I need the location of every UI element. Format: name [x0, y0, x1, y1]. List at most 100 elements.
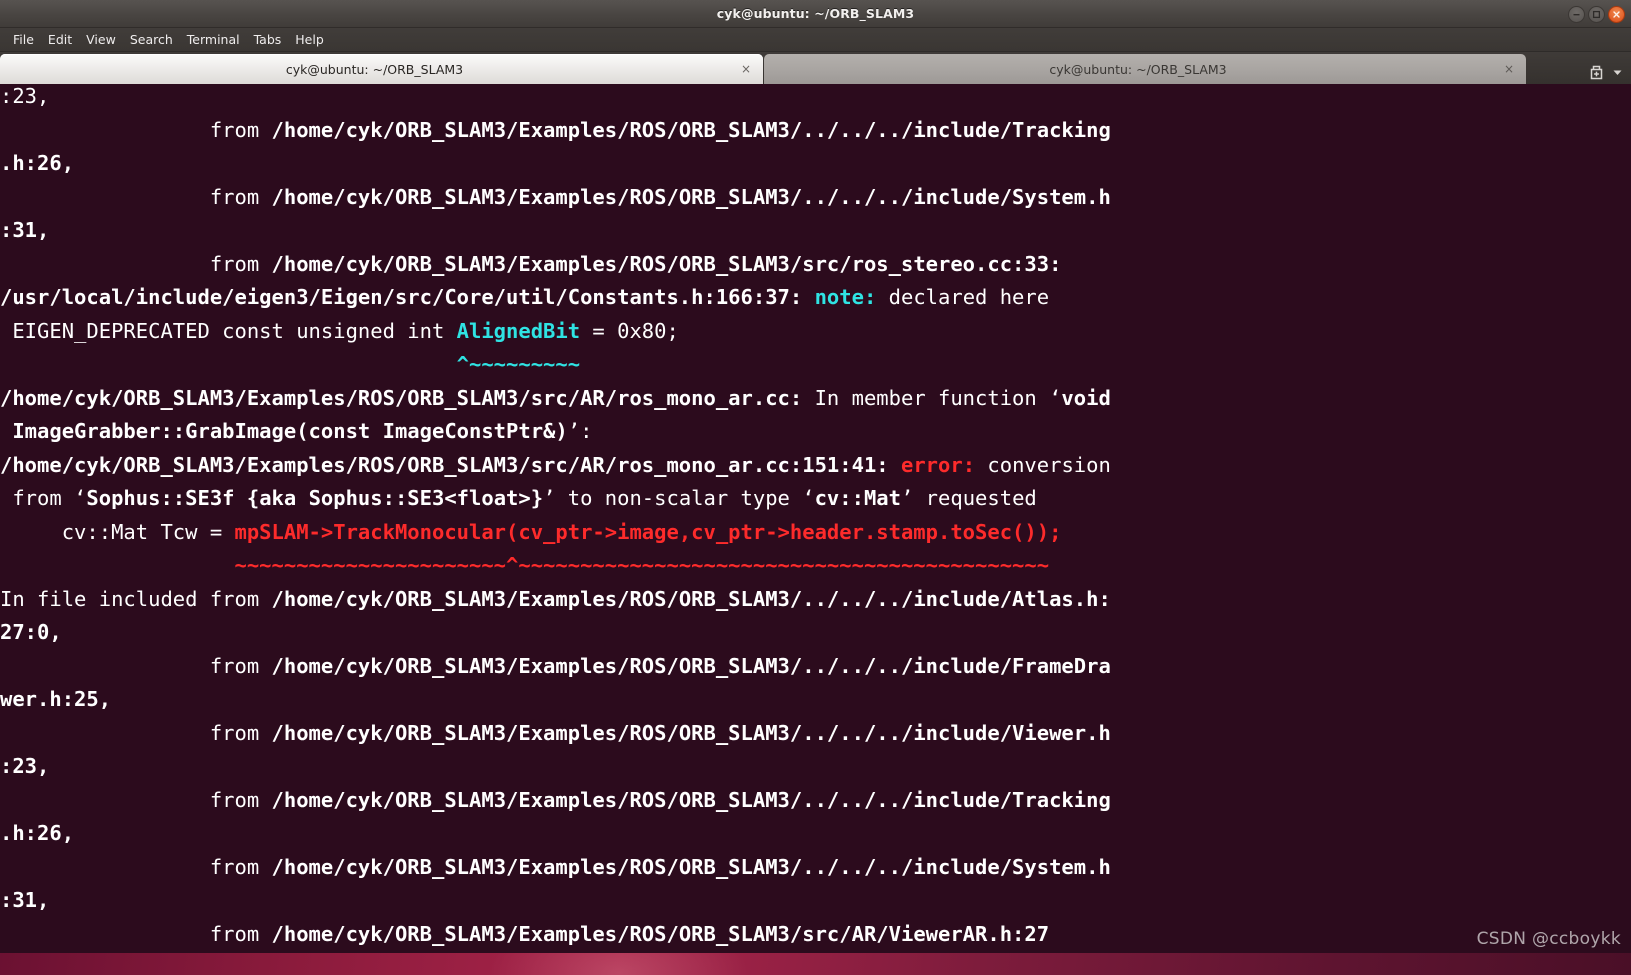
terminal-line: :31,	[0, 214, 1631, 248]
terminal-span: In member function ‘	[814, 385, 1062, 410]
terminal-output[interactable]: :23, from /home/cyk/ORB_SLAM3/Examples/R…	[0, 84, 1631, 975]
terminal-line: from /home/cyk/ORB_SLAM3/Examples/ROS/OR…	[0, 784, 1631, 818]
terminal-span: cv::Mat Tcw =	[0, 519, 235, 544]
terminal-line: .h:26,	[0, 147, 1631, 181]
tab-0[interactable]: cyk@ubuntu: ~/ORB_SLAM3 ×	[0, 54, 763, 84]
tabbar: cyk@ubuntu: ~/ORB_SLAM3 × cyk@ubuntu: ~/…	[0, 52, 1631, 84]
terminal-line: ^~~~~~~~~~	[0, 348, 1631, 382]
terminal-span: from	[0, 921, 272, 946]
terminal-span: ~~~~~~~~~~~~~~~~~~~~~~^~~~~~~~~~~~~~~~~~…	[234, 553, 1050, 577]
tab-label: cyk@ubuntu: ~/ORB_SLAM3	[1049, 61, 1227, 77]
menu-item-view[interactable]: View	[79, 30, 123, 49]
terminal-span	[0, 553, 235, 577]
menu-item-terminal[interactable]: Terminal	[180, 30, 247, 49]
terminal-span: /home/cyk/ORB_SLAM3/Examples/ROS/ORB_SLA…	[0, 452, 901, 477]
terminal-span: from	[0, 720, 272, 745]
tab-close-icon[interactable]: ×	[1502, 62, 1516, 76]
menu-item-tabs[interactable]: Tabs	[247, 30, 289, 49]
terminal-text: :23, from /home/cyk/ORB_SLAM3/Examples/R…	[0, 84, 1631, 951]
terminal-span: :23,	[0, 754, 50, 778]
terminal-span: :31,	[0, 218, 50, 242]
terminal-span: = 0x80;	[580, 318, 679, 343]
terminal-span: 27:0,	[0, 620, 62, 644]
menubar: File Edit View Search Terminal Tabs Help	[0, 28, 1631, 52]
tabbar-actions	[1583, 64, 1631, 84]
terminal-line: :23,	[0, 84, 1631, 114]
terminal-span: wer.h:25,	[0, 687, 112, 711]
terminal-line: ~~~~~~~~~~~~~~~~~~~~~~^~~~~~~~~~~~~~~~~~…	[0, 549, 1631, 583]
terminal-span: void	[1061, 385, 1111, 410]
terminal-line: from /home/cyk/ORB_SLAM3/Examples/ROS/OR…	[0, 650, 1631, 684]
terminal-line: .h:26,	[0, 817, 1631, 851]
terminal-span: from	[0, 251, 272, 276]
desktop-background-strip	[0, 953, 1631, 975]
terminal-span: .h:26,	[0, 821, 75, 845]
terminal-line: from ‘Sophus::SE3f {aka Sophus::SE3<floa…	[0, 482, 1631, 516]
menu-item-edit[interactable]: Edit	[41, 30, 79, 49]
terminal-span: /home/cyk/ORB_SLAM3/Examples/ROS/ORB_SLA…	[271, 586, 1111, 611]
terminal-span: .h:26,	[0, 151, 75, 175]
terminal-span: ^~~~~~~~~~	[456, 352, 581, 376]
terminal-span	[0, 352, 457, 376]
terminal-line: /home/cyk/ORB_SLAM3/Examples/ROS/ORB_SLA…	[0, 382, 1631, 416]
terminal-span: conversion	[975, 452, 1111, 477]
terminal-line: from /home/cyk/ORB_SLAM3/Examples/ROS/OR…	[0, 717, 1631, 751]
terminal-span: /home/cyk/ORB_SLAM3/Examples/ROS/ORB_SLA…	[271, 251, 1062, 276]
terminal-window: cyk@ubuntu: ~/ORB_SLAM3 File Edit View S…	[0, 0, 1631, 975]
terminal-span: /home/cyk/ORB_SLAM3/Examples/ROS/ORB_SLA…	[271, 787, 1111, 812]
terminal-span: ImageGrabber::GrabImage(const ImageConst…	[0, 419, 568, 443]
terminal-line: from /home/cyk/ORB_SLAM3/Examples/ROS/OR…	[0, 851, 1631, 885]
terminal-span: /home/cyk/ORB_SLAM3/Examples/ROS/ORB_SLA…	[271, 184, 1111, 209]
maximize-icon[interactable]	[1588, 5, 1605, 23]
menu-item-search[interactable]: Search	[123, 30, 180, 49]
new-tab-icon[interactable]	[1588, 64, 1605, 81]
terminal-span: /home/cyk/ORB_SLAM3/Examples/ROS/ORB_SLA…	[271, 653, 1111, 678]
terminal-line: :31,	[0, 884, 1631, 918]
terminal-span: cv::Mat	[814, 486, 901, 510]
menu-item-help[interactable]: Help	[288, 30, 331, 49]
terminal-span: /home/cyk/ORB_SLAM3/Examples/ROS/ORB_SLA…	[0, 385, 815, 410]
terminal-span: from	[0, 787, 272, 812]
minimize-icon[interactable]	[1568, 5, 1585, 23]
terminal-span: from	[0, 117, 272, 142]
terminal-span: ’ requested	[901, 486, 1037, 510]
chevron-down-icon[interactable]	[1611, 66, 1624, 79]
close-icon[interactable]	[1608, 5, 1625, 23]
menu-item-file[interactable]: File	[6, 30, 41, 49]
terminal-span: /home/cyk/ORB_SLAM3/Examples/ROS/ORB_SLA…	[271, 854, 1111, 879]
tab-label: cyk@ubuntu: ~/ORB_SLAM3	[285, 61, 464, 77]
terminal-line: from /home/cyk/ORB_SLAM3/Examples/ROS/OR…	[0, 248, 1631, 282]
terminal-span: declared here	[876, 285, 1050, 309]
terminal-span: EIGEN_DEPRECATED const unsigned int	[0, 318, 457, 343]
window-controls	[1568, 0, 1625, 28]
terminal-span: from	[0, 653, 272, 678]
terminal-line: In file included from /home/cyk/ORB_SLAM…	[0, 583, 1631, 617]
terminal-span: AlignedBit	[456, 318, 581, 343]
terminal-span: :31,	[0, 888, 50, 912]
terminal-span: from ‘	[0, 486, 87, 510]
terminal-span: from	[0, 184, 272, 209]
terminal-span: /home/cyk/ORB_SLAM3/Examples/ROS/ORB_SLA…	[271, 720, 1111, 745]
terminal-span: error:	[900, 452, 976, 477]
terminal-line: from /home/cyk/ORB_SLAM3/Examples/ROS/OR…	[0, 181, 1631, 215]
terminal-span: note:	[814, 285, 877, 309]
terminal-line: ImageGrabber::GrabImage(const ImageConst…	[0, 415, 1631, 449]
terminal-span: from	[0, 854, 272, 879]
terminal-span: :23,	[0, 84, 50, 108]
terminal-line: EIGEN_DEPRECATED const unsigned int Alig…	[0, 315, 1631, 349]
window-title: cyk@ubuntu: ~/ORB_SLAM3	[716, 6, 915, 21]
tab-1[interactable]: cyk@ubuntu: ~/ORB_SLAM3 ×	[764, 54, 1526, 84]
terminal-span: /usr/local/include/eigen3/Eigen/src/Core…	[0, 285, 815, 309]
terminal-line: from /home/cyk/ORB_SLAM3/Examples/ROS/OR…	[0, 114, 1631, 148]
terminal-span: /home/cyk/ORB_SLAM3/Examples/ROS/ORB_SLA…	[271, 921, 1050, 946]
terminal-span: ’ to non-scalar type ‘	[543, 486, 815, 510]
titlebar: cyk@ubuntu: ~/ORB_SLAM3	[0, 0, 1631, 28]
terminal-line: 27:0,	[0, 616, 1631, 650]
terminal-line: :23,	[0, 750, 1631, 784]
terminal-line: /usr/local/include/eigen3/Eigen/src/Core…	[0, 281, 1631, 315]
tab-close-icon[interactable]: ×	[739, 62, 753, 76]
terminal-span: /home/cyk/ORB_SLAM3/Examples/ROS/ORB_SLA…	[271, 117, 1111, 142]
terminal-line: cv::Mat Tcw = mpSLAM->TrackMonocular(cv_…	[0, 516, 1631, 550]
terminal-span: ’:	[567, 419, 593, 443]
terminal-line: from /home/cyk/ORB_SLAM3/Examples/ROS/OR…	[0, 918, 1631, 952]
